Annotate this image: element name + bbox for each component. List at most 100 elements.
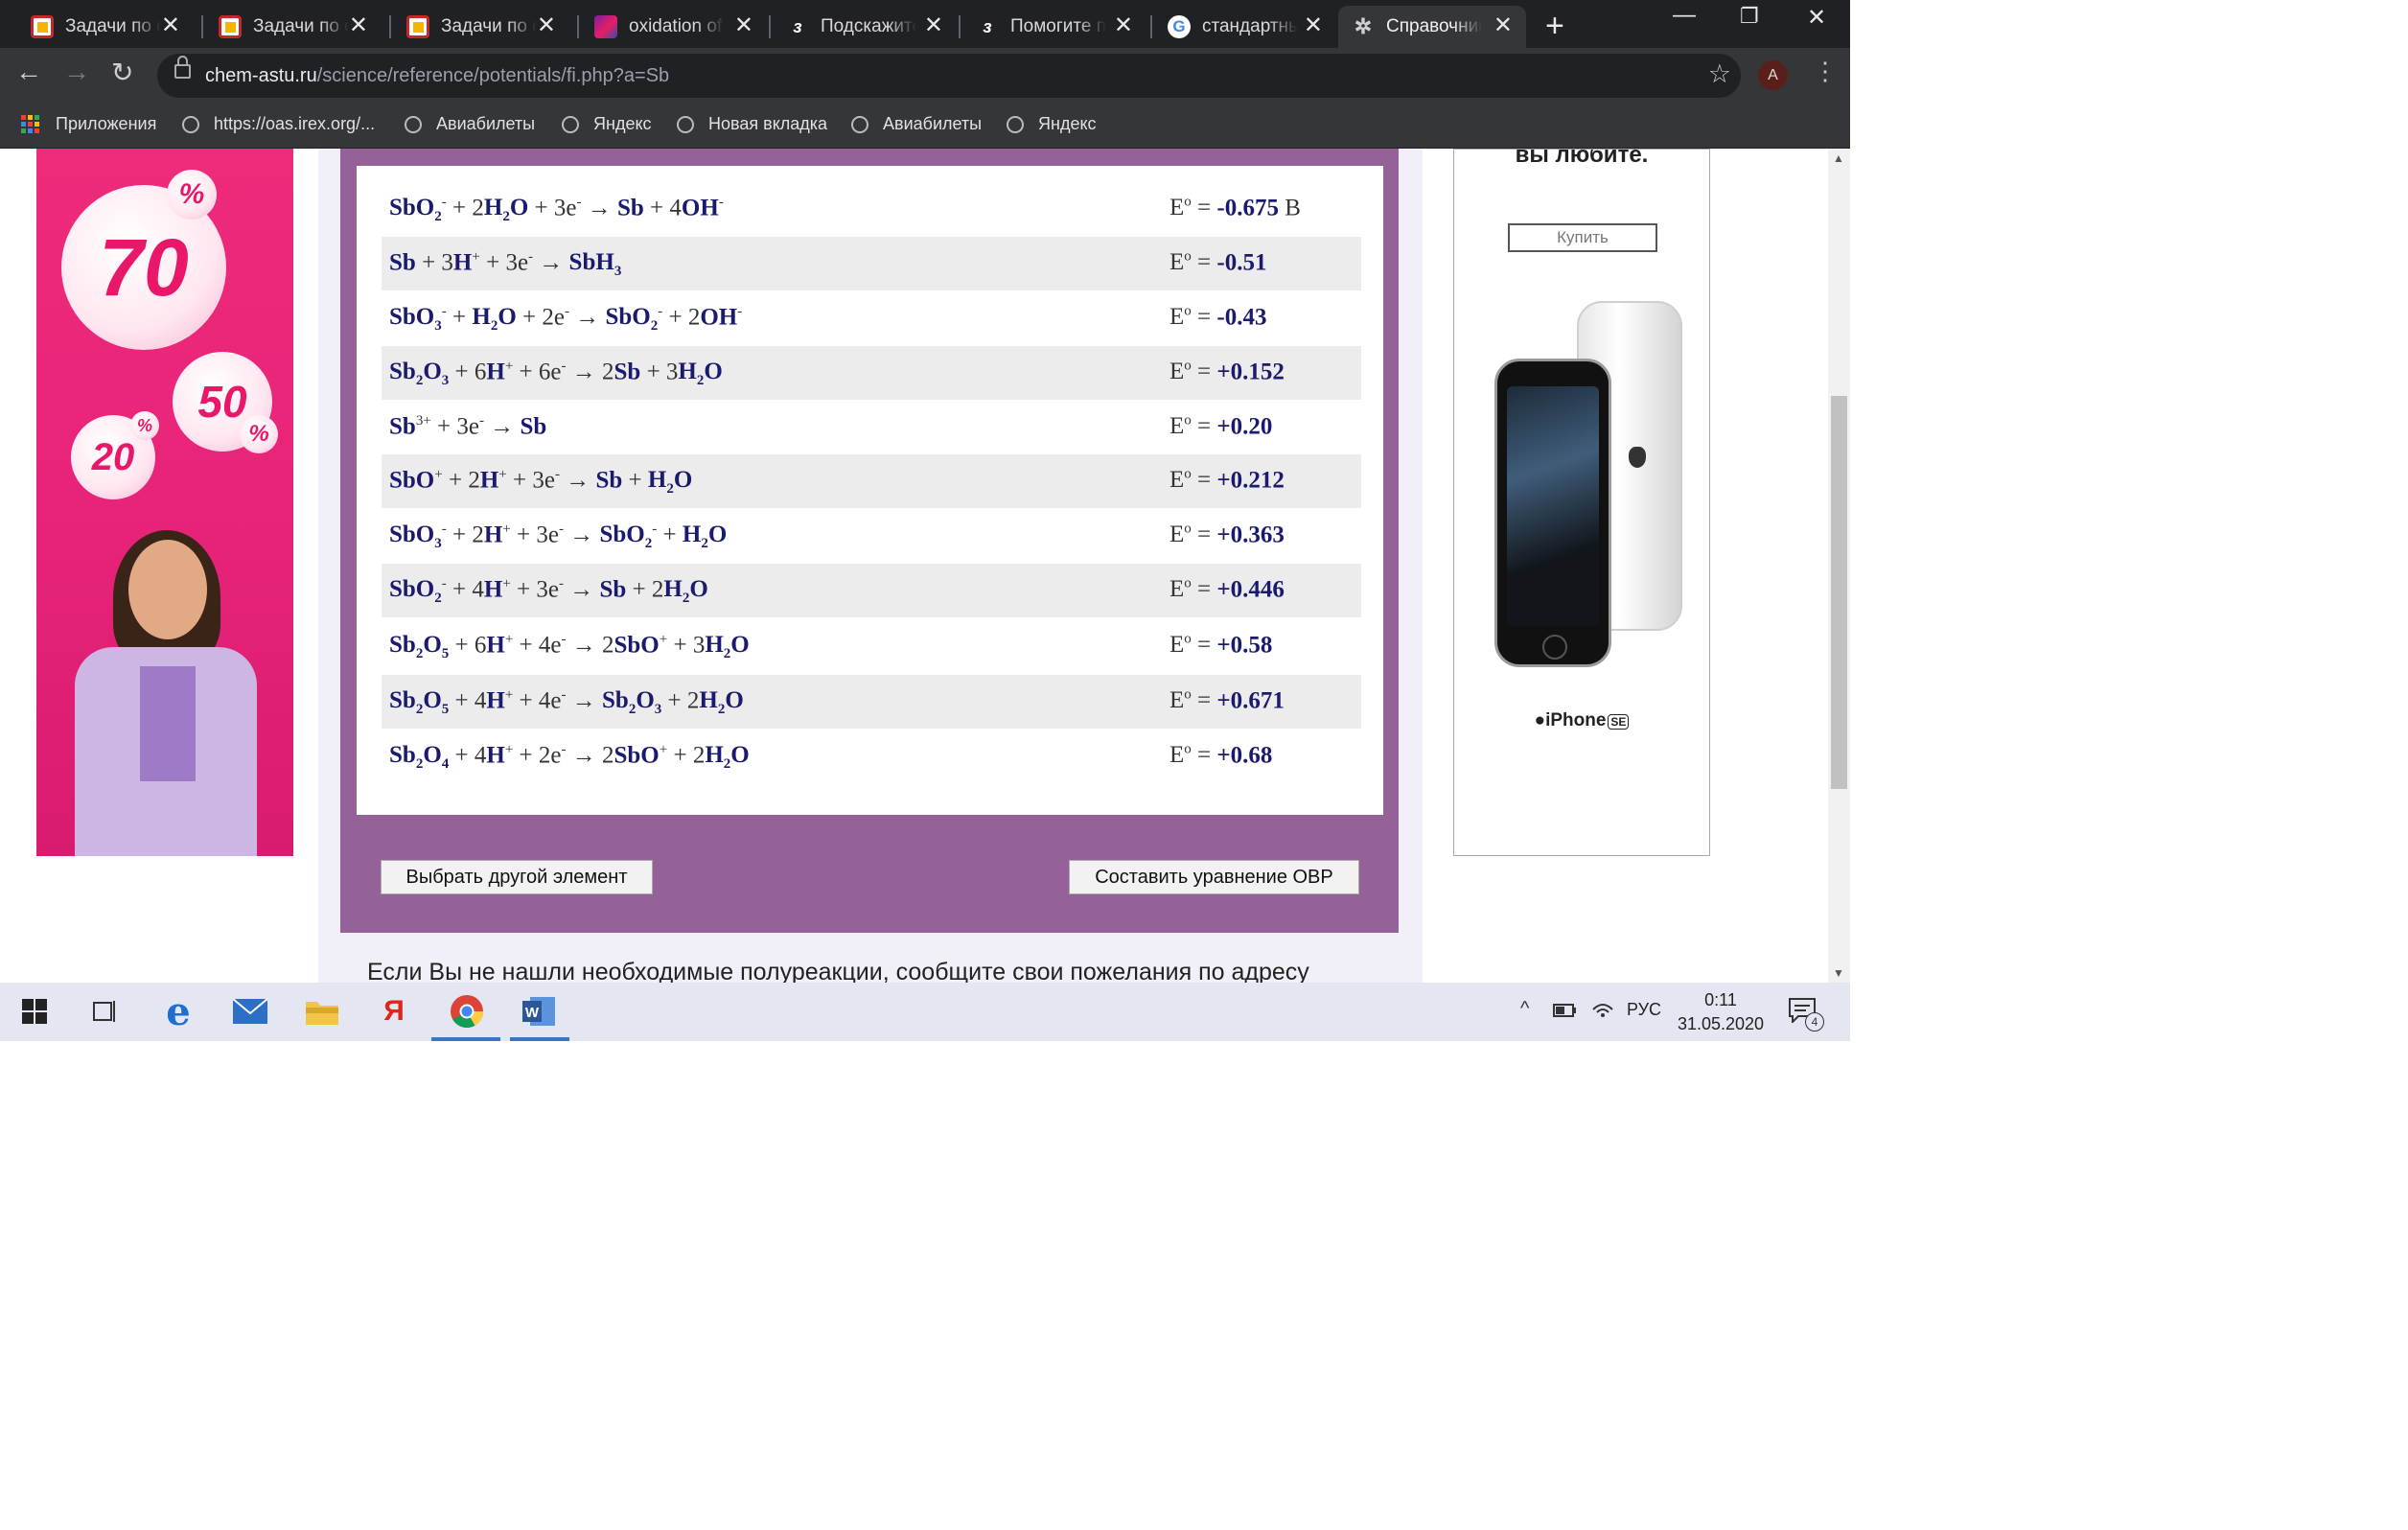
tab-4[interactable]: oxidation of ✕ [581, 6, 767, 48]
potential-value: +0.446 [1216, 576, 1285, 603]
reaction-potential: Eo = +0.68 [1169, 742, 1272, 769]
reload-icon[interactable]: ↻ [111, 57, 133, 88]
menu-icon[interactable]: ⋮ [1813, 58, 1838, 83]
potential-value: +0.20 [1216, 413, 1273, 440]
google-icon: G [1168, 15, 1191, 38]
tab-1[interactable]: Задачи по ф ✕ [17, 6, 194, 48]
reaction-equation: Sb2O5 + 4H+ + 4e- → Sb2O3 + 2H2O [389, 687, 744, 718]
close-icon[interactable]: ✕ [1493, 14, 1513, 37]
back-icon[interactable]: ← [15, 57, 42, 87]
new-tab-icon[interactable]: + [1545, 8, 1564, 45]
edge-icon[interactable]: e [159, 989, 197, 1034]
bookmark-star-icon[interactable]: ☆ [1708, 59, 1731, 89]
wifi-icon[interactable] [1591, 998, 1614, 1023]
compose-redox-button[interactable]: Составить уравнение ОВР [1069, 860, 1359, 894]
reaction-row: Sb2O4 + 4H+ + 2e- → 2SbO+ + 2H2O Eo = +0… [382, 730, 1361, 783]
choose-element-button[interactable]: Выбрать другой элемент [381, 860, 653, 894]
address-bar[interactable]: chem-astu.ru/science/reference/potential… [157, 54, 1741, 98]
potential-label: Eo = [1169, 576, 1217, 603]
tab-5[interactable]: з Подскажите ✕ [773, 6, 957, 48]
reaction-row: Sb + 3H+ + 3e- → SbH3 Eo = -0.51 [382, 237, 1361, 290]
tab-7[interactable]: G стандартны ✕ [1154, 6, 1336, 48]
potential-label: Eo = [1169, 632, 1217, 659]
ad-text: % [248, 421, 269, 447]
potential-label: Eo = [1169, 522, 1217, 548]
bookmark-item[interactable]: Яндекс [562, 114, 652, 134]
ad-text: 20 [91, 435, 135, 478]
potential-label: Eo = [1169, 359, 1217, 385]
close-icon[interactable]: ✕ [734, 14, 753, 37]
bookmark-item[interactable]: https://oas.irex.org/... [182, 114, 375, 134]
left-ad-banner[interactable]: 70 % 50 % 20 % [36, 149, 293, 856]
ad-brand-badge: SE [1608, 714, 1630, 730]
page-viewport: 70 % 50 % 20 % SbO2- + 2H2O + 3e- → Sb +… [0, 149, 1828, 983]
bookmark-item[interactable]: Яндекс [1007, 114, 1097, 134]
tab-2[interactable]: Задачи по ф ✕ [205, 6, 382, 48]
bookmark-item[interactable]: Авиабилеты [405, 114, 535, 134]
windows-start-icon[interactable] [15, 992, 54, 1031]
bookmark-apps[interactable]: Приложения [21, 114, 156, 134]
minimize-icon[interactable]: — [1673, 2, 1696, 29]
reaction-potential: Eo = +0.363 [1169, 522, 1285, 548]
bookmark-item[interactable]: Новая вкладка [677, 114, 827, 134]
chrome-icon[interactable] [448, 992, 486, 1031]
bookmark-label: Авиабилеты [436, 114, 536, 133]
tab-separator [577, 15, 579, 38]
ad-brand: ●iPhone SE [1454, 710, 1709, 731]
right-ad-banner[interactable]: вы любите. Купить ●iPhone SE [1453, 149, 1710, 856]
bookmark-item[interactable]: Авиабилеты [851, 114, 982, 134]
task-view-icon[interactable] [84, 992, 123, 1031]
scroll-up-icon[interactable]: ▲ [1833, 151, 1844, 165]
potential-value: +0.212 [1216, 467, 1285, 494]
tab-title: Подскажите [821, 16, 916, 36]
potential-unit: В [1278, 195, 1301, 221]
tab-3[interactable]: Задачи по ф ✕ [393, 6, 569, 48]
reaction-row: Sb2O5 + 4H+ + 4e- → Sb2O3 + 2H2O Eo = +0… [382, 675, 1361, 729]
word-icon[interactable]: W [520, 992, 558, 1031]
apps-grid-icon [21, 114, 40, 134]
profile-avatar[interactable]: A [1758, 60, 1788, 90]
bookmarks-bar: Приложения https://oas.irex.org/... Авиа… [0, 102, 1850, 149]
potential-label: Eo = [1169, 742, 1217, 769]
scroll-down-icon[interactable]: ▼ [1833, 966, 1844, 980]
url-text[interactable]: chem-astu.ru/science/reference/potential… [205, 65, 669, 87]
tab-strip: Задачи по ф ✕ Задачи по ф ✕ Задачи по ф … [0, 0, 1850, 48]
potential-value: +0.58 [1216, 632, 1273, 659]
close-icon[interactable]: ✕ [1114, 14, 1133, 37]
reaction-potential: Eo = -0.675 В [1169, 195, 1301, 221]
close-icon[interactable]: ✕ [537, 14, 556, 37]
apple-logo-icon: ● [1534, 710, 1546, 730]
ad-buy-button[interactable]: Купить [1508, 223, 1657, 252]
tab-6[interactable]: з Помогите п ✕ [962, 6, 1146, 48]
close-icon[interactable]: ✕ [349, 14, 368, 37]
scroll-thumb[interactable] [1831, 396, 1847, 789]
potential-value: +0.152 [1216, 359, 1285, 385]
globe-icon [1007, 115, 1024, 133]
potential-label: Eo = [1169, 195, 1217, 221]
reaction-equation: Sb2O3 + 6H+ + 6e- → 2Sb + 3H2O [389, 359, 723, 389]
reaction-row: SbO3- + 2H+ + 3e- → SbO2- + H2O Eo = +0.… [382, 509, 1361, 563]
language-indicator[interactable]: РУС [1627, 1000, 1661, 1020]
mail-icon[interactable] [231, 992, 269, 1031]
close-icon[interactable]: ✕ [924, 14, 943, 37]
apple-logo-icon [1629, 447, 1646, 468]
tray-chevron-icon[interactable]: ^ [1520, 998, 1529, 1020]
battery-icon[interactable] [1553, 998, 1576, 1023]
globe-icon [677, 115, 694, 133]
reaction-equation: SbO2- + 4H+ + 3e- → Sb + 2H2O [389, 576, 708, 607]
tab-title: Помогите п [1010, 16, 1106, 36]
reaction-potential: Eo = +0.58 [1169, 632, 1272, 659]
clock[interactable]: 0:11 31.05.2020 [1668, 988, 1773, 1036]
restore-icon[interactable]: ❐ [1740, 4, 1759, 29]
window-close-icon[interactable]: ✕ [1807, 4, 1826, 32]
page-scrollbar[interactable]: ▲ ▼ [1828, 149, 1850, 983]
atom-icon: ✲ [1354, 14, 1373, 38]
tab-separator [959, 15, 961, 38]
tab-active[interactable]: ✲ Справочник ✕ [1338, 6, 1526, 48]
file-explorer-icon[interactable] [303, 992, 341, 1031]
close-icon[interactable]: ✕ [1304, 14, 1323, 37]
close-icon[interactable]: ✕ [161, 14, 180, 37]
notifications-icon[interactable]: 4 [1789, 998, 1824, 1032]
forward-icon[interactable]: → [63, 57, 90, 87]
yandex-browser-icon[interactable]: Я [375, 992, 413, 1031]
